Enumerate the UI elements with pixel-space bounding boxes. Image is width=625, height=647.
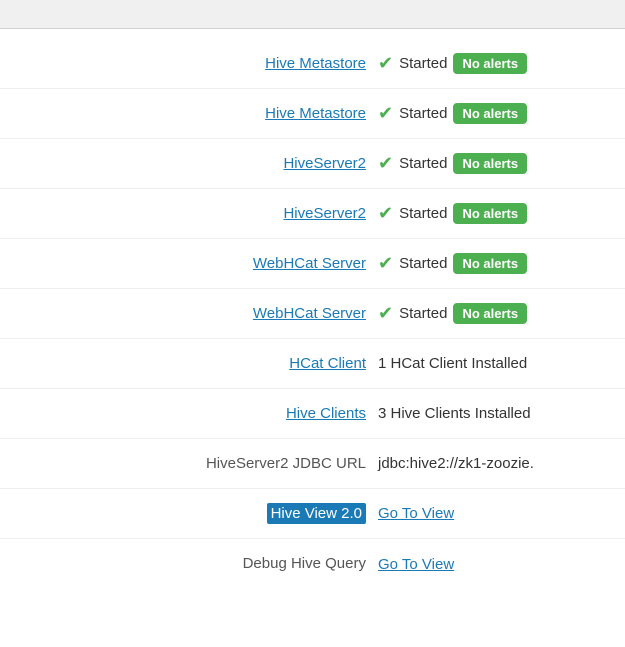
service-link[interactable]: HiveServer2 (283, 155, 366, 172)
row-status-cell: 3 Hive Clients Installed (378, 405, 531, 422)
list-item: Hive Metastore ✔ Started No alerts (0, 89, 625, 139)
service-link[interactable]: Hive Metastore (265, 55, 366, 72)
no-alerts-badge: No alerts (453, 253, 527, 274)
row-status-cell: ✔ Started No alerts (378, 253, 527, 274)
list-item: HiveServer2 JDBC URL jdbc:hive2://zk1-zoo… (0, 439, 625, 489)
check-icon: ✔ (378, 253, 393, 274)
row-label-cell: WebHCat Server (18, 305, 378, 323)
list-item: Hive Clients 3 Hive Clients Installed (0, 389, 625, 439)
list-item: WebHCat Server ✔ Started No alerts (0, 289, 625, 339)
row-label-cell: Hive Clients (18, 405, 378, 423)
list-item: HCat Client 1 HCat Client Installed (0, 339, 625, 389)
service-link[interactable]: Hive Clients (286, 405, 366, 422)
row-label-cell: Hive Metastore (18, 55, 378, 73)
service-link[interactable]: HiveServer2 (283, 205, 366, 222)
row-status-cell: ✔ Started No alerts (378, 53, 527, 74)
row-status-cell: ✔ Started No alerts (378, 203, 527, 224)
check-icon: ✔ (378, 303, 393, 324)
row-status-cell: Go To View (378, 505, 454, 522)
check-icon: ✔ (378, 153, 393, 174)
row-label-cell: Hive View 2.0 (18, 505, 378, 523)
service-link[interactable]: HCat Client (289, 355, 366, 372)
list-item: WebHCat Server ✔ Started No alerts (0, 239, 625, 289)
row-label-cell: HiveServer2 (18, 155, 378, 173)
list-item: Hive View 2.0 Go To View (0, 489, 625, 539)
check-icon: ✔ (378, 103, 393, 124)
row-status-cell: ✔ Started No alerts (378, 153, 527, 174)
status-text: Started (399, 105, 447, 122)
row-label-cell: WebHCat Server (18, 255, 378, 273)
row-label-cell: HiveServer2 JDBC URL (18, 455, 378, 473)
list-item: Hive Metastore ✔ Started No alerts (0, 39, 625, 89)
go-to-view-link[interactable]: Go To View (378, 556, 454, 573)
status-text: Started (399, 305, 447, 322)
list-item: HiveServer2 ✔ Started No alerts (0, 139, 625, 189)
row-status-cell: ✔ Started No alerts (378, 103, 527, 124)
highlighted-label: Hive View 2.0 (267, 503, 366, 524)
status-text: 1 HCat Client Installed (378, 355, 527, 372)
no-alerts-badge: No alerts (453, 203, 527, 224)
content: Hive Metastore✔StartedNo alertsHive Meta… (0, 29, 625, 599)
row-label-cell: HCat Client (18, 355, 378, 373)
header (0, 0, 625, 29)
service-link[interactable]: WebHCat Server (253, 305, 366, 322)
go-to-view-link[interactable]: Go To View (378, 505, 454, 522)
no-alerts-badge: No alerts (453, 153, 527, 174)
list-item: Debug Hive Query Go To View (0, 539, 625, 589)
status-text: 3 Hive Clients Installed (378, 405, 531, 422)
no-alerts-badge: No alerts (453, 103, 527, 124)
service-link[interactable]: Hive Metastore (265, 105, 366, 122)
status-text: Started (399, 155, 447, 172)
check-icon: ✔ (378, 203, 393, 224)
row-label-cell: HiveServer2 (18, 205, 378, 223)
status-text: jdbc:hive2://zk1-zoozie. (378, 455, 534, 472)
row-status-cell: ✔ Started No alerts (378, 303, 527, 324)
status-text: Started (399, 205, 447, 222)
row-label-text: Debug Hive Query (243, 555, 366, 572)
row-label-cell: Debug Hive Query (18, 555, 378, 573)
row-status-cell: 1 HCat Client Installed (378, 355, 527, 372)
row-status-cell: Go To View (378, 556, 454, 573)
status-text: Started (399, 255, 447, 272)
no-alerts-badge: No alerts (453, 53, 527, 74)
row-label-text: HiveServer2 JDBC URL (206, 455, 366, 472)
no-alerts-badge: No alerts (453, 303, 527, 324)
status-text: Started (399, 55, 447, 72)
row-label-cell: Hive Metastore (18, 105, 378, 123)
service-link[interactable]: WebHCat Server (253, 255, 366, 272)
row-status-cell: jdbc:hive2://zk1-zoozie. (378, 455, 534, 472)
check-icon: ✔ (378, 53, 393, 74)
list-item: HiveServer2 ✔ Started No alerts (0, 189, 625, 239)
